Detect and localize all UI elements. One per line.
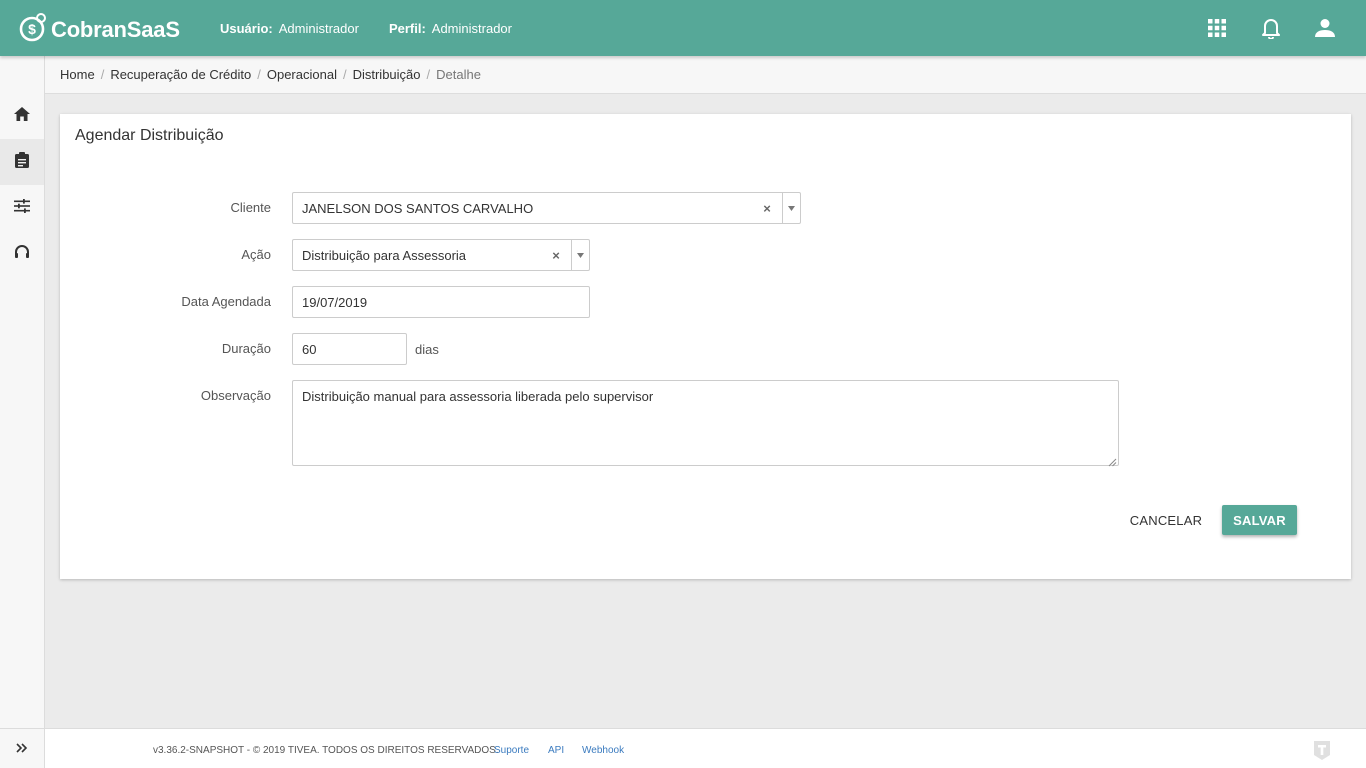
sidebar-item-settings[interactable] bbox=[0, 185, 44, 231]
action-dropdown-arrow-icon[interactable] bbox=[571, 240, 589, 270]
breadcrumb-current: Detalhe bbox=[436, 67, 481, 82]
breadcrumb-separator: / bbox=[257, 67, 261, 82]
page-title: Agendar Distribuição bbox=[75, 127, 224, 144]
user-label: Usuário: bbox=[220, 21, 273, 36]
scheduled-date-label: Data Agendada bbox=[181, 294, 271, 309]
brand-logo[interactable]: $ CobranSaaS bbox=[18, 11, 180, 43]
sidebar-menu bbox=[0, 93, 44, 277]
profile-value: Administrador bbox=[431, 21, 512, 36]
tivea-logo-icon bbox=[1312, 739, 1332, 761]
breadcrumb-home[interactable]: Home bbox=[60, 67, 95, 82]
client-dropdown-arrow-icon[interactable] bbox=[782, 193, 800, 223]
profile-label: Perfil: bbox=[388, 21, 426, 36]
cancel-button[interactable]: CANCELAR bbox=[1122, 505, 1210, 535]
home-icon bbox=[14, 106, 30, 126]
duration-input[interactable]: 60 bbox=[292, 333, 407, 365]
action-select-value: Distribuição para Assessoria bbox=[302, 247, 467, 263]
top-bar: $ CobranSaaS Usuário: Administrador Perfi… bbox=[0, 0, 1366, 56]
resize-grip-icon[interactable] bbox=[1108, 455, 1117, 467]
scheduled-date-value: 19/07/2019 bbox=[302, 294, 368, 310]
observation-label: Observação bbox=[200, 388, 271, 403]
user-info: Usuário: Administrador Perfil: Administrad… bbox=[220, 21, 512, 36]
action-select[interactable]: Distribuição para Assessoria × bbox=[292, 239, 590, 271]
sliders-icon bbox=[14, 198, 30, 218]
client-select[interactable]: JANELSON DOS SANTOS CARVALHO × bbox=[292, 192, 801, 224]
save-button[interactable]: SALVAR bbox=[1222, 505, 1297, 535]
duration-suffix: dias bbox=[415, 342, 439, 357]
clipboard-icon bbox=[15, 151, 29, 173]
duration-value: 60 bbox=[302, 341, 317, 357]
breadcrumb-separator: / bbox=[342, 67, 347, 82]
user-icon[interactable] bbox=[1314, 16, 1336, 40]
user-field: Usuário: Administrador bbox=[220, 21, 359, 36]
apps-grid-icon[interactable] bbox=[1206, 16, 1228, 40]
webhook-link[interactable]: Webhook bbox=[582, 745, 624, 756]
coin-logo-icon: $ bbox=[18, 12, 48, 42]
footer: v3.36.2-SNAPSHOT - © 2019 TIVEA. TODOS O… bbox=[45, 728, 1366, 768]
double-chevron-right-icon bbox=[16, 740, 28, 758]
top-actions bbox=[1206, 16, 1336, 40]
sidebar-expand-button[interactable] bbox=[0, 728, 44, 768]
breadcrumb: Home / Recuperação de Crédito / Operacio… bbox=[45, 56, 1366, 94]
duration-label: Duração bbox=[221, 341, 271, 356]
breadcrumb-separator: / bbox=[100, 67, 105, 82]
breadcrumb-operational[interactable]: Operacional bbox=[267, 67, 337, 82]
headset-icon bbox=[14, 244, 30, 264]
breadcrumb-distribution[interactable]: Distribuição bbox=[353, 67, 421, 82]
api-link[interactable]: API bbox=[548, 745, 564, 756]
user-value: Administrador bbox=[278, 21, 359, 36]
svg-text:$: $ bbox=[28, 21, 36, 37]
sidebar-item-support[interactable] bbox=[0, 231, 44, 277]
client-clear-icon[interactable]: × bbox=[760, 193, 774, 223]
sidebar bbox=[0, 56, 45, 768]
version-copyright: v3.36.2-SNAPSHOT - © 2019 TIVEA. TODOS O… bbox=[153, 745, 499, 756]
breadcrumb-credit-recovery[interactable]: Recuperação de Crédito bbox=[110, 67, 251, 82]
bell-icon[interactable] bbox=[1260, 16, 1282, 40]
schedule-distribution-card: Agendar Distribuição Cliente JANELSON DO… bbox=[60, 114, 1351, 579]
breadcrumb-separator: / bbox=[426, 67, 431, 82]
sidebar-item-home[interactable] bbox=[0, 93, 44, 139]
observation-value: Distribuição manual para assessoria libe… bbox=[302, 389, 654, 404]
support-link[interactable]: Suporte bbox=[494, 745, 529, 756]
action-label: Ação bbox=[241, 247, 271, 262]
observation-textarea[interactable]: Distribuição manual para assessoria libe… bbox=[292, 380, 1119, 467]
profile-field: Perfil: Administrador bbox=[389, 21, 512, 36]
client-label: Cliente bbox=[230, 200, 271, 215]
scheduled-date-input[interactable]: 19/07/2019 bbox=[292, 286, 590, 318]
sidebar-item-operations[interactable] bbox=[0, 139, 44, 185]
brand-name: CobranSaaS bbox=[51, 17, 180, 42]
action-clear-icon[interactable]: × bbox=[549, 240, 563, 270]
client-select-value: JANELSON DOS SANTOS CARVALHO bbox=[302, 200, 534, 216]
